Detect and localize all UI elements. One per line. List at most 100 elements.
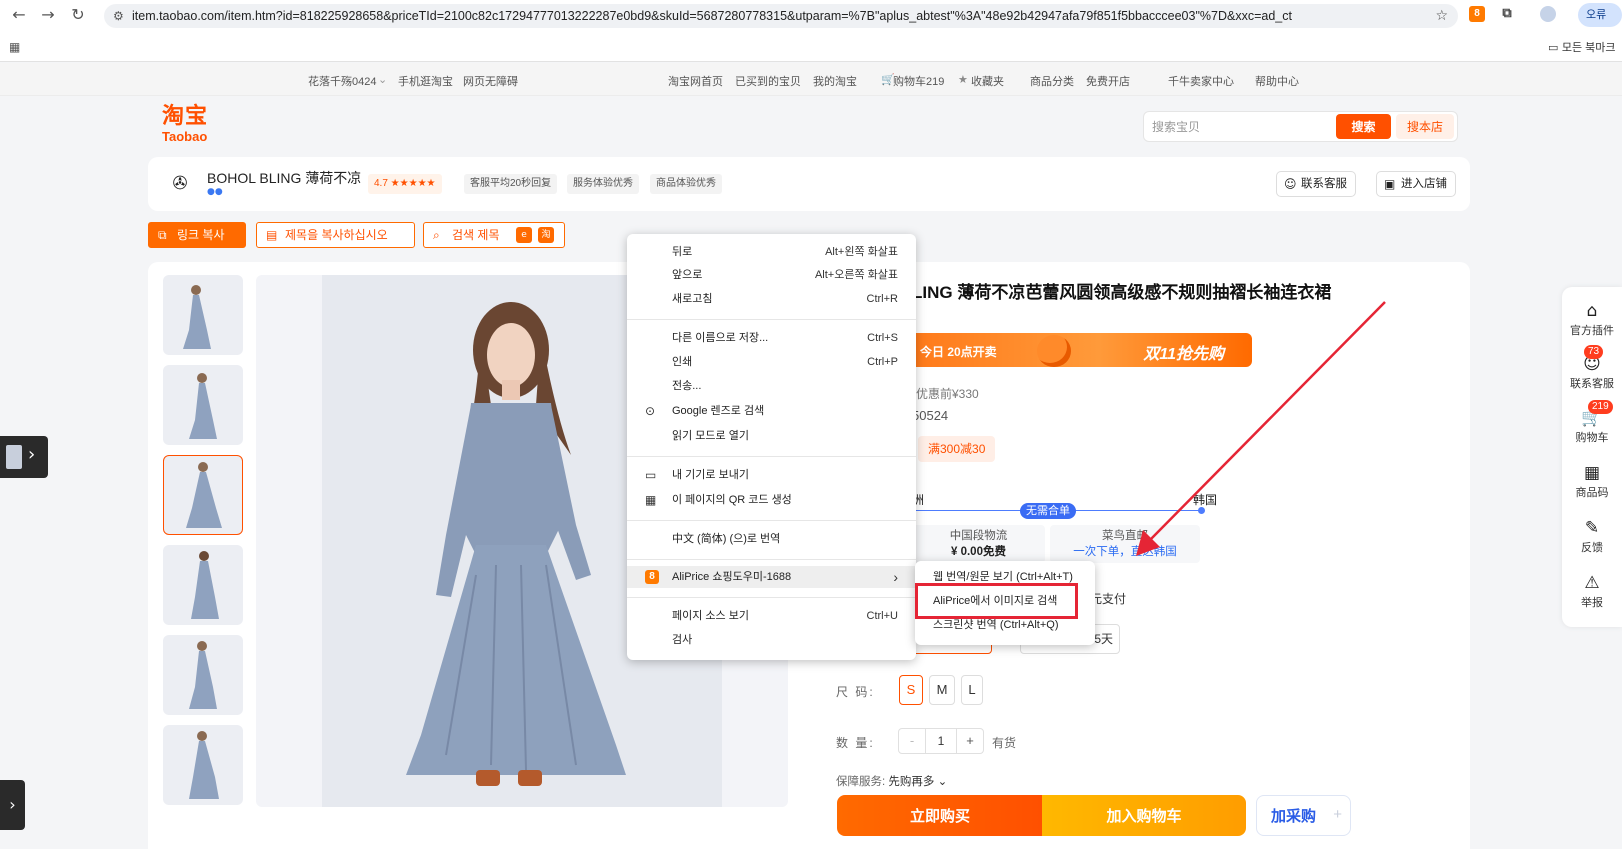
add-to-cart-button[interactable]: 加入购物车: [1042, 795, 1246, 836]
store-name[interactable]: BOHOL BLING 薄荷不凉: [207, 168, 361, 188]
thumbnail[interactable]: [163, 275, 243, 355]
profile-error-button[interactable]: 오류: [1578, 3, 1622, 27]
coupon-badge[interactable]: 满300减30: [918, 436, 996, 462]
ship-option-cainiao[interactable]: 菜鸟直邮 一次下单，直达韩国: [1050, 525, 1200, 563]
context-menu-send-to-devices[interactable]: ▭ 내 기기로 보내기: [627, 464, 916, 486]
context-menu-translate[interactable]: 中文 (简体) (으)로 번역: [627, 528, 916, 550]
nav-bought[interactable]: 已买到的宝贝: [735, 73, 801, 89]
context-menu-aliprice[interactable]: 8 AliPrice 쇼핑도우미-1688 ›: [627, 566, 916, 588]
sidebar-item-label: 举报: [1581, 597, 1603, 609]
size-l[interactable]: L: [961, 675, 983, 705]
forward-arrow-icon[interactable]: →: [37, 4, 59, 26]
search-button[interactable]: 搜索: [1336, 114, 1391, 139]
taobao-icon[interactable]: 淘: [538, 227, 554, 243]
quantity-input[interactable]: 1: [926, 728, 956, 754]
left-expand-tab[interactable]: ›: [0, 780, 25, 830]
sidebar-item-qr[interactable]: ▦ 商品码: [1562, 462, 1622, 500]
cart-badge: 219: [1588, 400, 1613, 414]
copy-link-button[interactable]: ⧉ 링크 복사: [148, 222, 246, 248]
plus-icon: +: [1333, 806, 1342, 823]
sidebar-item-report[interactable]: ⚠ 举报: [1562, 572, 1622, 610]
nav-my-taobao[interactable]: 我的淘宝: [813, 73, 857, 89]
reload-icon[interactable]: ↻: [67, 4, 89, 26]
search-shop-button[interactable]: 搜本店: [1396, 114, 1454, 139]
route-badge: 无需合单: [1020, 503, 1076, 519]
insurance-row: 保障服务: 先购再多 ⌄: [836, 773, 947, 789]
aliprice-extension-icon[interactable]: 8: [1469, 6, 1485, 22]
enter-store-button[interactable]: ▣ 进入店铺: [1376, 171, 1456, 197]
google-lens-icon: ⊙: [645, 404, 656, 418]
ship-option-china[interactable]: 中国段物流 ¥ 0.00免费: [912, 525, 1045, 563]
chat-badge: 73: [1584, 345, 1604, 359]
back-arrow-icon[interactable]: ←: [8, 4, 30, 26]
nav-accessibility[interactable]: 网页无障碍: [463, 73, 518, 89]
thumbnail[interactable]: [163, 545, 243, 625]
sidebar-item-plugin[interactable]: ⌂ 官方插件: [1562, 300, 1622, 338]
thumbnail-selected[interactable]: [163, 455, 243, 535]
context-menu-back[interactable]: 뒤로 Alt+왼쪽 화살표: [627, 241, 916, 263]
context-menu-label: 인쇄: [672, 356, 693, 368]
qty-minus-button[interactable]: -: [898, 728, 926, 754]
sidebar-item-label: 购物车: [1575, 432, 1609, 444]
thumbnail[interactable]: [163, 365, 243, 445]
context-menu-divider: [627, 520, 916, 521]
context-menu-label: 뒤로: [672, 246, 693, 258]
copy-icon: ⧉: [158, 228, 167, 242]
nav-categories[interactable]: 商品分类: [1030, 73, 1074, 89]
context-menu-forward[interactable]: 앞으로 Alt+오른쪽 화살표: [627, 264, 916, 286]
search-title-button[interactable]: ⌕ 검색 제목 e 淘: [423, 222, 565, 248]
nav-home[interactable]: 淘宝网首页: [668, 73, 723, 89]
context-menu-shortcut: Alt+오른쪽 화살표: [814, 269, 898, 281]
context-menu-google-lens[interactable]: ⊙ Google 렌즈로 검색: [627, 400, 916, 422]
bookmark-star-icon[interactable]: ☆: [1435, 4, 1448, 28]
avatar[interactable]: [1540, 6, 1556, 22]
badge-reply: 客服平均20秒回复: [464, 174, 558, 194]
nav-help[interactable]: 帮助中心: [1255, 73, 1299, 89]
left-floating-preview-tab[interactable]: ›: [0, 436, 48, 478]
extensions-puzzle-icon[interactable]: ⧉: [1499, 6, 1515, 22]
nav-favorites[interactable]: 收藏夹: [971, 73, 1004, 89]
sidebar-item-feedback[interactable]: ✎ 反馈: [1562, 517, 1622, 555]
insurance-value[interactable]: 先购再多: [888, 776, 934, 788]
promo-left-text: 今日 20点开卖: [920, 345, 997, 359]
context-menu-save-as[interactable]: 다른 이름으로 저장... Ctrl+S: [627, 327, 916, 349]
context-menu-divider: [627, 319, 916, 320]
thumbnail[interactable]: [163, 725, 243, 805]
context-menu-divider: [627, 559, 916, 560]
store-logo-icon[interactable]: ✇: [167, 171, 193, 197]
context-menu-inspect[interactable]: 검사: [627, 629, 916, 651]
context-menu-divider: [627, 456, 916, 457]
context-menu-label: 中文 (简体) (으)로 번역: [672, 533, 781, 545]
size-m[interactable]: M: [929, 675, 955, 705]
copy-title-button[interactable]: ▤ 제목을 복사하십시오: [256, 222, 415, 248]
search-input[interactable]: [1152, 118, 1327, 136]
add-purchase-button[interactable]: 加采购 +: [1256, 795, 1351, 836]
nav-mobile[interactable]: 手机逛淘宝: [398, 73, 453, 89]
site-info-icon[interactable]: ⚙: [113, 4, 124, 28]
qty-plus-button[interactable]: +: [956, 728, 984, 754]
context-menu-qr-code[interactable]: ▦ 이 페이지의 QR 코드 생성: [627, 489, 916, 511]
context-menu-label: 페이지 소스 보기: [672, 610, 749, 622]
context-menu-cast[interactable]: 전송...: [627, 375, 916, 397]
all-bookmarks-button[interactable]: ▭ 모든 북마크: [1548, 39, 1616, 55]
thumbnail[interactable]: [163, 635, 243, 715]
size-s[interactable]: S: [899, 675, 923, 705]
apps-grid-icon[interactable]: ▦: [9, 40, 20, 54]
nav-username[interactable]: 花落千殇0424: [308, 73, 376, 89]
context-menu-view-source[interactable]: 페이지 소스 보기 Ctrl+U: [627, 605, 916, 627]
nav-seller-center[interactable]: 千牛卖家中心: [1168, 73, 1234, 89]
taobao-logo[interactable]: 淘宝 Taobao: [162, 104, 222, 144]
nav-cart[interactable]: 购物车219: [893, 73, 944, 89]
aliexpress-icon[interactable]: e: [516, 227, 532, 243]
contact-service-button[interactable]: ☺ 联系客服: [1276, 171, 1356, 197]
context-menu-print[interactable]: 인쇄 Ctrl+P: [627, 351, 916, 373]
nav-open-store[interactable]: 免费开店: [1086, 73, 1130, 89]
pumpkin-icon: [1037, 335, 1071, 367]
store-rating: 4.7 ★★★★★: [368, 174, 442, 194]
promo-banner[interactable]: 今日 20点开卖 双11抢先购: [912, 333, 1252, 367]
contact-service-label: 联系客服: [1301, 178, 1347, 190]
buy-now-button[interactable]: 立即购买: [837, 795, 1043, 836]
context-menu-reading-mode[interactable]: 읽기 모드로 열기: [627, 425, 916, 447]
address-bar[interactable]: ⚙ item.taobao.com/item.htm?id=8182259286…: [104, 4, 1458, 28]
context-menu-reload[interactable]: 새로고침 Ctrl+R: [627, 288, 916, 310]
